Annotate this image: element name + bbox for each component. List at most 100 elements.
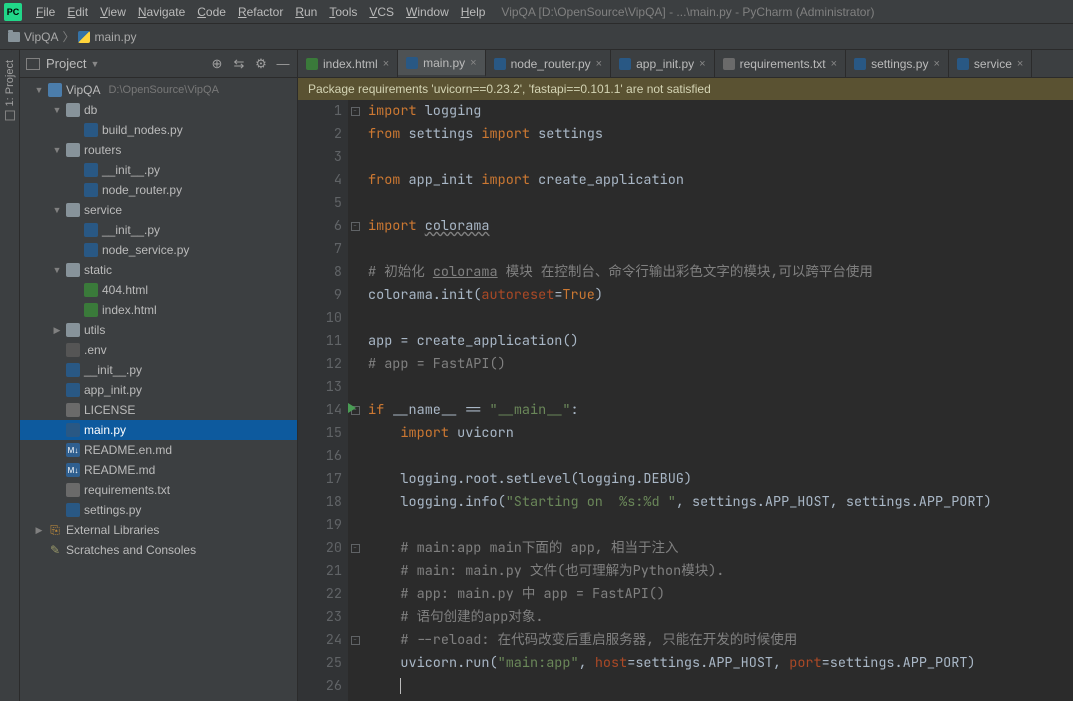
close-icon[interactable]: ×	[596, 58, 602, 70]
expand-toggle-icon[interactable]: ▼	[34, 85, 44, 95]
tree-node-build_nodes-py[interactable]: build_nodes.py	[20, 120, 297, 140]
menu-window[interactable]: Window	[400, 3, 455, 21]
tree-node-routers[interactable]: ▼ routers	[20, 140, 297, 160]
tree-node-404-html[interactable]: 404.html	[20, 280, 297, 300]
txt-icon	[66, 483, 80, 497]
tree-node-__init__-py[interactable]: __init__.py	[20, 220, 297, 240]
fold-column[interactable]: −−−−−	[348, 100, 362, 701]
project-tree[interactable]: ▼VipQAD:\OpenSource\VipQA▼dbbuild_nodes.…	[20, 78, 297, 701]
editor-tab-service[interactable]: service×	[949, 50, 1032, 77]
tree-node-readme-md[interactable]: M↓README.md	[20, 460, 297, 480]
editor-tab-node_router-py[interactable]: node_router.py×	[486, 50, 612, 77]
menu-run[interactable]: Run	[289, 3, 323, 21]
menu-help[interactable]: Help	[455, 3, 492, 21]
line-number-gutter[interactable]: 1234567891011121314151617181920212223242…	[298, 100, 348, 701]
close-icon[interactable]: ×	[699, 58, 705, 70]
txt-icon	[66, 403, 80, 417]
editor-tab-index-html[interactable]: index.html×	[298, 50, 398, 77]
tree-node-label: service	[84, 203, 122, 217]
editor-area: index.html×main.py×node_router.py×app_in…	[298, 50, 1073, 701]
tree-node--env[interactable]: .env	[20, 340, 297, 360]
tree-node-node_service-py[interactable]: node_service.py	[20, 240, 297, 260]
close-icon[interactable]: ×	[470, 57, 476, 69]
chevron-right-icon: 〉	[62, 28, 74, 45]
menu-view[interactable]: View	[94, 3, 132, 21]
editor-tab-main-py[interactable]: main.py×	[398, 50, 485, 77]
expand-all-icon[interactable]: ⇆	[231, 56, 247, 72]
expand-toggle-icon[interactable]: ▼	[52, 265, 62, 275]
html-icon	[84, 303, 98, 317]
gear-icon[interactable]: ⚙	[253, 56, 269, 72]
fold-toggle-icon[interactable]: −	[351, 222, 360, 231]
tree-node-static[interactable]: ▼static	[20, 260, 297, 280]
tree-node-label: __init__.py	[84, 363, 142, 377]
tree-node-node_router-py[interactable]: node_router.py	[20, 180, 297, 200]
navigation-bar: VipQA 〉 main.py	[0, 24, 1073, 50]
expand-toggle-icon[interactable]: ▶	[34, 525, 44, 536]
menu-edit[interactable]: Edit	[61, 3, 94, 21]
breadcrumb-vipqa[interactable]: VipQA	[8, 30, 58, 44]
folder-icon	[66, 323, 80, 337]
close-icon[interactable]: ×	[933, 58, 939, 70]
tree-node-label: __init__.py	[102, 163, 160, 177]
menu-navigate[interactable]: Navigate	[132, 3, 191, 21]
run-gutter-icon[interactable]	[348, 403, 356, 413]
tree-node-scratches-and-consoles[interactable]: ✎Scratches and Consoles	[20, 540, 297, 560]
tree-node-index-html[interactable]: index.html	[20, 300, 297, 320]
breadcrumb-main-py[interactable]: main.py	[78, 30, 136, 44]
tree-node-app_init-py[interactable]: app_init.py	[20, 380, 297, 400]
tree-node-meta: D:\OpenSource\VipQA	[108, 84, 218, 96]
locate-icon[interactable]: ⊕	[209, 56, 225, 72]
project-tool-button[interactable]: 1: Project	[4, 56, 16, 124]
fold-toggle-icon[interactable]: −	[351, 544, 360, 553]
project-panel-title[interactable]: Project ▼	[46, 56, 99, 71]
menu-bar: PC FileEditViewNavigateCodeRefactorRunTo…	[0, 0, 1073, 24]
fold-toggle-icon[interactable]: −	[351, 636, 360, 645]
tree-node-label: routers	[84, 143, 121, 157]
py-icon	[84, 163, 98, 177]
menu-vcs[interactable]: VCS	[363, 3, 400, 21]
source-code[interactable]: import loggingfrom settings import setti…	[362, 100, 1073, 701]
close-icon[interactable]: ×	[831, 58, 837, 70]
tree-node-label: build_nodes.py	[102, 123, 183, 137]
menu-tools[interactable]: Tools	[323, 3, 363, 21]
menu-refactor[interactable]: Refactor	[232, 3, 289, 21]
tree-node-label: app_init.py	[84, 383, 142, 397]
menu-code[interactable]: Code	[191, 3, 232, 21]
requirements-warning-bar[interactable]: Package requirements 'uvicorn==0.23.2', …	[298, 78, 1073, 100]
tree-node-label: db	[84, 103, 97, 117]
editor-tab-app_init-py[interactable]: app_init.py×	[611, 50, 714, 77]
tree-node-__init__-py[interactable]: __init__.py	[20, 360, 297, 380]
project-view-icon	[26, 58, 40, 70]
py-icon	[66, 503, 80, 517]
project-tool-window: Project ▼ ⊕ ⇆ ⚙ — ▼VipQAD:\OpenSource\Vi…	[20, 50, 298, 701]
tree-node-license[interactable]: LICENSE	[20, 400, 297, 420]
editor-tab-settings-py[interactable]: settings.py×	[846, 50, 949, 77]
expand-toggle-icon[interactable]: ▼	[52, 145, 62, 155]
folder-icon	[8, 32, 20, 42]
menu-file[interactable]: File	[30, 3, 61, 21]
tree-node-requirements-txt[interactable]: requirements.txt	[20, 480, 297, 500]
editor-tab-requirements-txt[interactable]: requirements.txt×	[715, 50, 846, 77]
tree-node-label: settings.py	[84, 503, 141, 517]
tree-node-external-libraries[interactable]: ▶⎘External Libraries	[20, 520, 297, 540]
code-editor[interactable]: 1234567891011121314151617181920212223242…	[298, 100, 1073, 701]
expand-toggle-icon[interactable]: ▼	[52, 205, 62, 215]
py-icon	[494, 58, 506, 70]
expand-toggle-icon[interactable]: ▶	[52, 325, 62, 336]
close-icon[interactable]: ×	[1017, 58, 1023, 70]
tree-node-db[interactable]: ▼ db	[20, 100, 297, 120]
tree-node-vipqa[interactable]: ▼VipQAD:\OpenSource\VipQA	[20, 80, 297, 100]
tree-node-readme-en-md[interactable]: M↓README.en.md	[20, 440, 297, 460]
tree-node-settings-py[interactable]: settings.py	[20, 500, 297, 520]
folder-icon	[66, 203, 80, 217]
expand-toggle-icon[interactable]: ▼	[52, 105, 62, 115]
tree-node-label: main.py	[84, 423, 126, 437]
tree-node-service[interactable]: ▼ service	[20, 200, 297, 220]
hide-icon[interactable]: —	[275, 56, 291, 72]
tree-node-__init__-py[interactable]: __init__.py	[20, 160, 297, 180]
fold-toggle-icon[interactable]: −	[351, 107, 360, 116]
tree-node-utils[interactable]: ▶utils	[20, 320, 297, 340]
tree-node-main-py[interactable]: main.py	[20, 420, 297, 440]
close-icon[interactable]: ×	[383, 58, 389, 70]
